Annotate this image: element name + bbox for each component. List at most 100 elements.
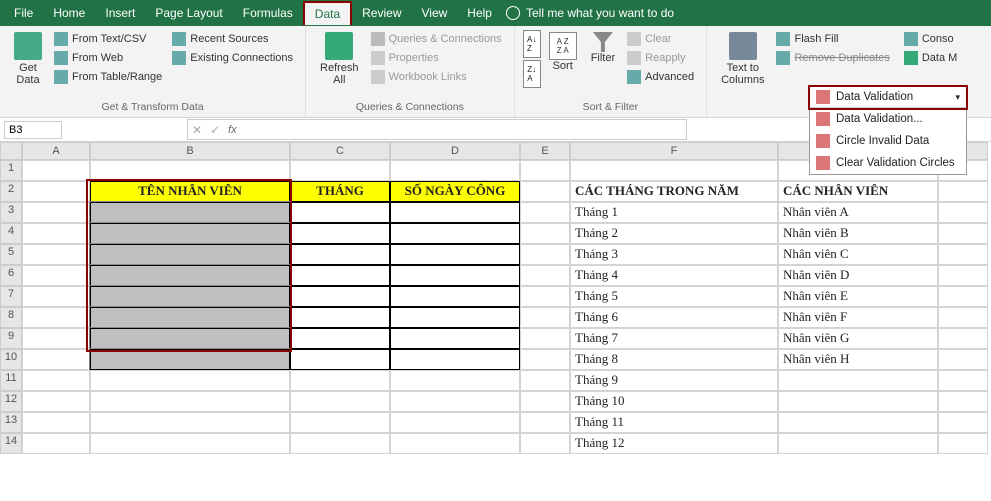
col-header-B[interactable]: B: [90, 142, 290, 160]
cell-G7[interactable]: Nhân viên E: [778, 286, 938, 307]
cell-H8[interactable]: [938, 307, 988, 328]
col-header-A[interactable]: A: [22, 142, 90, 160]
refresh-all-button[interactable]: Refresh All: [314, 30, 365, 88]
cell-E7[interactable]: [520, 286, 570, 307]
cell-C6[interactable]: [290, 265, 390, 286]
cell-C7[interactable]: [290, 286, 390, 307]
row-header-5[interactable]: 5: [0, 244, 22, 265]
cell-G9[interactable]: Nhân viên G: [778, 328, 938, 349]
cell-G12[interactable]: [778, 391, 938, 412]
data-validation-button[interactable]: Data Validation▾: [810, 87, 966, 108]
cell-C4[interactable]: [290, 223, 390, 244]
cell-F8[interactable]: Tháng 6: [570, 307, 778, 328]
cell-C2[interactable]: THÁNG: [290, 181, 390, 202]
dv-menu-circle[interactable]: Circle Invalid Data: [810, 130, 966, 152]
cell-D11[interactable]: [390, 370, 520, 391]
from-table-range[interactable]: From Table/Range: [50, 68, 166, 86]
cell-H13[interactable]: [938, 412, 988, 433]
cell-E4[interactable]: [520, 223, 570, 244]
cell-B2[interactable]: TÊN NHÂN VIÊN: [90, 181, 290, 202]
cell-A14[interactable]: [22, 433, 90, 454]
cell-G2[interactable]: CÁC NHÂN VIÊN: [778, 181, 938, 202]
col-header-C[interactable]: C: [290, 142, 390, 160]
cell-G14[interactable]: [778, 433, 938, 454]
from-text-csv[interactable]: From Text/CSV: [50, 30, 166, 48]
row-header-7[interactable]: 7: [0, 286, 22, 307]
cell-C5[interactable]: [290, 244, 390, 265]
cell-E13[interactable]: [520, 412, 570, 433]
sort-button[interactable]: A ZZ ASort: [543, 30, 583, 74]
cell-H2[interactable]: [938, 181, 988, 202]
row-header-10[interactable]: 10: [0, 349, 22, 370]
cell-E1[interactable]: [520, 160, 570, 181]
cell-H5[interactable]: [938, 244, 988, 265]
cell-A1[interactable]: [22, 160, 90, 181]
cell-H10[interactable]: [938, 349, 988, 370]
cell-B7[interactable]: [90, 286, 290, 307]
cell-F10[interactable]: Tháng 8: [570, 349, 778, 370]
cell-A12[interactable]: [22, 391, 90, 412]
cell-H12[interactable]: [938, 391, 988, 412]
cell-E10[interactable]: [520, 349, 570, 370]
cell-D6[interactable]: [390, 265, 520, 286]
cell-A2[interactable]: [22, 181, 90, 202]
cell-B14[interactable]: [90, 433, 290, 454]
cell-C9[interactable]: [290, 328, 390, 349]
cell-A9[interactable]: [22, 328, 90, 349]
cell-H9[interactable]: [938, 328, 988, 349]
cell-E6[interactable]: [520, 265, 570, 286]
cell-C11[interactable]: [290, 370, 390, 391]
cell-A11[interactable]: [22, 370, 90, 391]
cell-C12[interactable]: [290, 391, 390, 412]
check-icon[interactable]: ✓: [210, 123, 220, 137]
row-header-8[interactable]: 8: [0, 307, 22, 328]
cell-H11[interactable]: [938, 370, 988, 391]
tab-help[interactable]: Help: [457, 2, 502, 24]
consolidate[interactable]: Conso: [900, 30, 961, 48]
cell-F4[interactable]: Tháng 2: [570, 223, 778, 244]
row-header-13[interactable]: 13: [0, 412, 22, 433]
row-header-12[interactable]: 12: [0, 391, 22, 412]
tab-view[interactable]: View: [412, 2, 458, 24]
cell-B12[interactable]: [90, 391, 290, 412]
existing-connections[interactable]: Existing Connections: [168, 49, 297, 67]
cell-F5[interactable]: Tháng 3: [570, 244, 778, 265]
tab-review[interactable]: Review: [352, 2, 411, 24]
cell-G6[interactable]: Nhân viên D: [778, 265, 938, 286]
cell-F1[interactable]: [570, 160, 778, 181]
cell-A3[interactable]: [22, 202, 90, 223]
cell-H7[interactable]: [938, 286, 988, 307]
cell-F6[interactable]: Tháng 4: [570, 265, 778, 286]
cell-F3[interactable]: Tháng 1: [570, 202, 778, 223]
cell-A4[interactable]: [22, 223, 90, 244]
tab-insert[interactable]: Insert: [95, 2, 145, 24]
cell-F13[interactable]: Tháng 11: [570, 412, 778, 433]
col-header-D[interactable]: D: [390, 142, 520, 160]
cell-G10[interactable]: Nhân viên H: [778, 349, 938, 370]
cell-A6[interactable]: [22, 265, 90, 286]
cell-D2[interactable]: SỐ NGÀY CÔNG: [390, 181, 520, 202]
sort-za-icon[interactable]: Z↓A: [523, 60, 541, 88]
flash-fill[interactable]: Flash Fill: [772, 30, 893, 48]
tab-home[interactable]: Home: [43, 2, 95, 24]
cell-C13[interactable]: [290, 412, 390, 433]
cell-D1[interactable]: [390, 160, 520, 181]
cell-G5[interactable]: Nhân viên C: [778, 244, 938, 265]
remove-duplicates[interactable]: Remove Duplicates: [772, 49, 893, 67]
cell-A8[interactable]: [22, 307, 90, 328]
cell-H4[interactable]: [938, 223, 988, 244]
row-header-1[interactable]: 1: [0, 160, 22, 181]
cell-D14[interactable]: [390, 433, 520, 454]
cell-A10[interactable]: [22, 349, 90, 370]
cell-B10[interactable]: [90, 349, 290, 370]
cell-E8[interactable]: [520, 307, 570, 328]
row-header-3[interactable]: 3: [0, 202, 22, 223]
cell-D7[interactable]: [390, 286, 520, 307]
dv-menu-validate[interactable]: Data Validation...: [810, 108, 966, 130]
tab-file[interactable]: File: [4, 2, 43, 24]
cell-A7[interactable]: [22, 286, 90, 307]
tab-data[interactable]: Data: [303, 1, 352, 25]
cell-F7[interactable]: Tháng 5: [570, 286, 778, 307]
cell-E3[interactable]: [520, 202, 570, 223]
tab-pagelayout[interactable]: Page Layout: [145, 2, 232, 24]
